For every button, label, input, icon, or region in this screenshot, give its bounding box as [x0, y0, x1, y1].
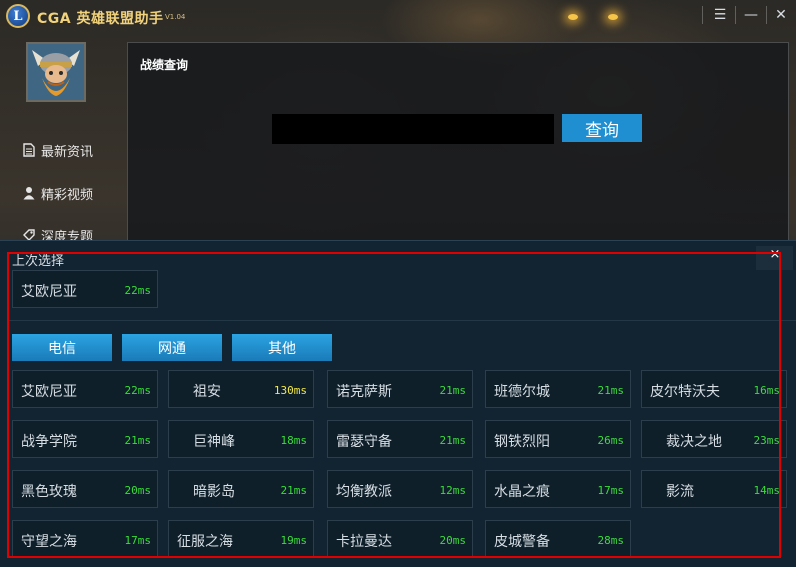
server-item[interactable]: 征服之海 19ms — [168, 520, 314, 558]
server-item[interactable]: 班德尔城 21ms — [485, 370, 631, 408]
server-item[interactable]: 裁决之地 23ms — [641, 420, 787, 458]
close-icon[interactable]: ✕ — [767, 2, 795, 28]
server-ping: 130ms — [273, 384, 307, 397]
server-item[interactable]: 艾欧尼亚 22ms — [12, 370, 158, 408]
tab-other[interactable]: 其他 — [232, 334, 332, 361]
title-bar[interactable]: L CGA 英雄联盟助手 V1.04 ☰ — ✕ — [0, 0, 796, 32]
dwarf-avatar-icon — [28, 44, 84, 100]
server-ping: 21ms — [439, 384, 467, 397]
server-item[interactable]: 影流 14ms — [641, 470, 787, 508]
app-version: V1.04 — [165, 13, 186, 21]
sidebar-item-videos[interactable]: 精彩视频 — [22, 183, 93, 203]
server-name: 皮城警备 — [494, 534, 550, 550]
server-name: 暗影岛 — [193, 484, 235, 500]
menu-icon[interactable]: ☰ — [706, 2, 734, 28]
server-item[interactable]: 均衡教派 12ms — [327, 470, 473, 508]
server-item[interactable]: 暗影岛 21ms — [168, 470, 314, 508]
server-name: 均衡教派 — [336, 484, 392, 500]
server-name: 雷瑟守备 — [336, 434, 392, 450]
server-item[interactable]: 水晶之痕 17ms — [485, 470, 631, 508]
server-name: 诺克萨斯 — [336, 384, 392, 400]
server-ping: 22ms — [124, 384, 152, 397]
server-item[interactable]: 黑色玫瑰 20ms — [12, 470, 158, 508]
close-icon[interactable]: × — [757, 247, 793, 269]
app-logo-icon: L — [6, 4, 30, 28]
server-item[interactable]: 卡拉曼达 20ms — [327, 520, 473, 558]
last-selection-title: 上次选择 — [12, 254, 65, 269]
sidebar-item-news[interactable]: 最新资讯 — [22, 140, 93, 160]
server-item[interactable]: 皮尔特沃夫 16ms — [641, 370, 787, 408]
server-item[interactable]: 守望之海 17ms — [12, 520, 158, 558]
last-server-item[interactable]: 艾欧尼亚 22ms — [12, 270, 158, 308]
server-item[interactable]: 皮城警备 28ms — [485, 520, 631, 558]
server-item[interactable]: 巨神峰 18ms — [168, 420, 314, 458]
server-name: 班德尔城 — [494, 384, 550, 400]
server-item[interactable]: 雷瑟守备 21ms — [327, 420, 473, 458]
server-ping: 28ms — [597, 534, 625, 547]
server-name: 艾欧尼亚 — [21, 284, 77, 300]
server-name: 影流 — [666, 484, 694, 500]
sidebar-item-label: 最新资讯 — [41, 144, 94, 160]
server-ping: 16ms — [753, 384, 781, 397]
server-name: 征服之海 — [177, 534, 233, 550]
divider — [8, 320, 796, 321]
server-ping: 18ms — [280, 434, 308, 447]
server-ping: 20ms — [124, 484, 152, 497]
tab-netcom[interactable]: 网通 — [122, 334, 222, 361]
title-separator — [735, 6, 736, 24]
server-ping: 21ms — [280, 484, 308, 497]
server-ping: 17ms — [597, 484, 625, 497]
server-item[interactable]: 战争学院 21ms — [12, 420, 158, 458]
server-name: 水晶之痕 — [494, 484, 550, 500]
server-name: 守望之海 — [21, 534, 77, 550]
server-ping: 17ms — [124, 534, 152, 547]
server-ping: 21ms — [597, 384, 625, 397]
server-name: 卡拉曼达 — [336, 534, 392, 550]
server-item[interactable]: 诺克萨斯 21ms — [327, 370, 473, 408]
server-item[interactable]: 钢铁烈阳 26ms — [485, 420, 631, 458]
summoner-search-input[interactable] — [272, 114, 554, 144]
server-ping: 22ms — [124, 284, 152, 297]
query-button[interactable]: 查询 — [562, 114, 642, 142]
server-name: 钢铁烈阳 — [494, 434, 550, 450]
server-ping: 12ms — [439, 484, 467, 497]
server-name: 皮尔特沃夫 — [650, 384, 720, 400]
app-title: CGA 英雄联盟助手 — [37, 11, 164, 27]
tab-telecom[interactable]: 电信 — [12, 334, 112, 361]
server-name: 黑色玫瑰 — [21, 484, 77, 500]
server-ping: 14ms — [753, 484, 781, 497]
server-item[interactable]: 祖安 130ms — [168, 370, 314, 408]
sidebar-item-label: 精彩视频 — [41, 187, 94, 203]
server-ping: 21ms — [124, 434, 152, 447]
panel-title: 战绩查询 — [140, 58, 189, 72]
server-name: 艾欧尼亚 — [21, 384, 77, 400]
avatar[interactable] — [26, 42, 86, 102]
server-name: 裁决之地 — [666, 434, 722, 450]
server-name: 巨神峰 — [193, 434, 235, 450]
server-name: 祖安 — [193, 384, 221, 400]
user-icon — [22, 186, 36, 200]
server-name: 战争学院 — [21, 434, 77, 450]
document-icon — [22, 143, 36, 157]
server-ping: 19ms — [280, 534, 308, 547]
server-ping: 23ms — [753, 434, 781, 447]
title-separator — [702, 6, 703, 24]
server-ping: 20ms — [439, 534, 467, 547]
server-ping: 26ms — [597, 434, 625, 447]
minimize-icon[interactable]: — — [737, 2, 765, 28]
match-query-panel: 战绩查询 查询 — [127, 42, 789, 244]
server-ping: 21ms — [439, 434, 467, 447]
